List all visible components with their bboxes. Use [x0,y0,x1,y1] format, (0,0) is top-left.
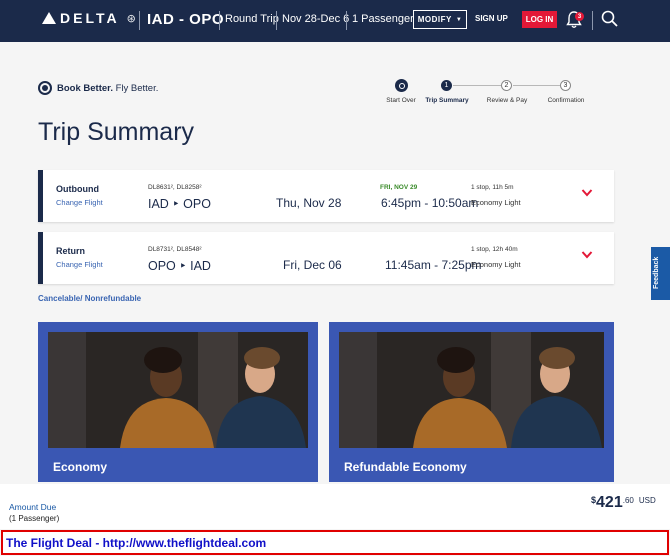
amount-passengers: (1 Passenger) [9,514,60,523]
search-icon[interactable] [600,9,620,29]
modify-label: MODIFY [417,15,452,24]
flight-times: 11:45am - 7:25pm [385,258,482,272]
step-trip-summary: Trip Summary [425,97,469,104]
amount-due-bar: Amount Due (1 Passenger) $421.60 USD [0,484,670,529]
trip-type: Round Trip [225,13,279,25]
top-nav-bar: DELTA ⊛ IAD - OPO Round Trip Nov 28-Dec … [0,0,670,42]
cancel-policy-note: Cancelable/ Nonrefundable [38,294,142,303]
feedback-label: Feedback [653,256,660,289]
signup-link[interactable]: SIGN UP [475,14,508,23]
flight-direction: Return [56,246,85,256]
passengers-photo [339,332,604,448]
tagline: Book Better. Fly Better. [57,82,159,94]
modify-button[interactable]: MODIFY ▼ [413,10,467,29]
fare-card-refundable-economy[interactable]: Refundable Economy [329,322,614,482]
flight-date: Thu, Nov 28 [276,196,342,210]
login-label: LOG IN [525,15,554,24]
divider [139,11,140,30]
trip-dates: Nov 28-Dec 6 [282,13,350,25]
start-over-icon[interactable] [395,79,408,92]
total-price: $421.60 USD [591,494,656,511]
divider [592,11,593,30]
fare-class: Economy Light [471,198,521,207]
notification-badge: 3 [575,12,584,21]
progress-line [453,85,501,86]
flight-numbers: DL8631², DL8258² [148,184,202,191]
flight-stops: 1 stop, 11h 5m [471,184,514,191]
chevron-down-icon: ▼ [455,16,463,23]
fare-class: Economy Light [471,260,521,269]
page-title: Trip Summary [38,118,195,146]
skyteam-icon: ⊛ [126,12,136,25]
passengers-photo [48,332,308,448]
flight-date: Fri, Dec 06 [283,258,342,272]
fare-name: Economy [53,460,108,474]
flight-direction: Outbound [56,184,99,194]
delta-widget-icon [42,12,56,24]
login-button[interactable]: LOG IN [522,11,557,28]
change-flight-link[interactable]: Change Flight [56,260,103,269]
chevron-down-icon[interactable] [581,250,593,260]
flight-stops: 1 stop, 12h 40m [471,246,518,253]
fare-card-economy[interactable]: Economy [38,322,318,482]
step-review-pay: Review & Pay [486,97,528,104]
step-marker-3: 3 [560,80,571,91]
amount-due-label: Amount Due [9,502,57,512]
brand-tagline: Book Better. Fly Better. [38,81,158,95]
passenger-count: 1 Passenger [352,13,414,25]
flight-times: 6:45pm - 10:50am [381,196,479,210]
outbound-flight-card[interactable]: Outbound Change Flight DL8631², DL8258² … [38,170,614,222]
fare-name: Refundable Economy [344,460,467,474]
return-flight-card[interactable]: Return Change Flight DL8731², DL8548² OP… [38,232,614,284]
logo-text: DELTA [60,10,120,26]
step-start-over[interactable]: Start Over [386,97,416,104]
step-confirmation: Confirmation [547,97,585,104]
trip-route: IAD - OPO [147,11,225,28]
progress-line [513,85,560,86]
step-marker-1: 1 [441,80,452,91]
step-marker-2: 2 [501,80,512,91]
flight-route: OPO ‣ IAD [148,259,211,273]
feedback-tab[interactable]: Feedback [651,247,670,300]
brand-icon [38,81,52,95]
watermark-banner: The Flight Deal - http://www.theflightde… [1,530,669,555]
arrival-date-note: FRI, NOV 29 [380,184,418,191]
delta-logo[interactable]: DELTA ⊛ [42,10,136,26]
divider [346,11,347,30]
flight-numbers: DL8731², DL8548² [148,246,202,253]
flight-route: IAD ‣ OPO [148,197,211,211]
chevron-down-icon[interactable] [581,188,593,198]
divider [219,11,220,30]
divider [276,11,277,30]
change-flight-link[interactable]: Change Flight [56,198,103,207]
